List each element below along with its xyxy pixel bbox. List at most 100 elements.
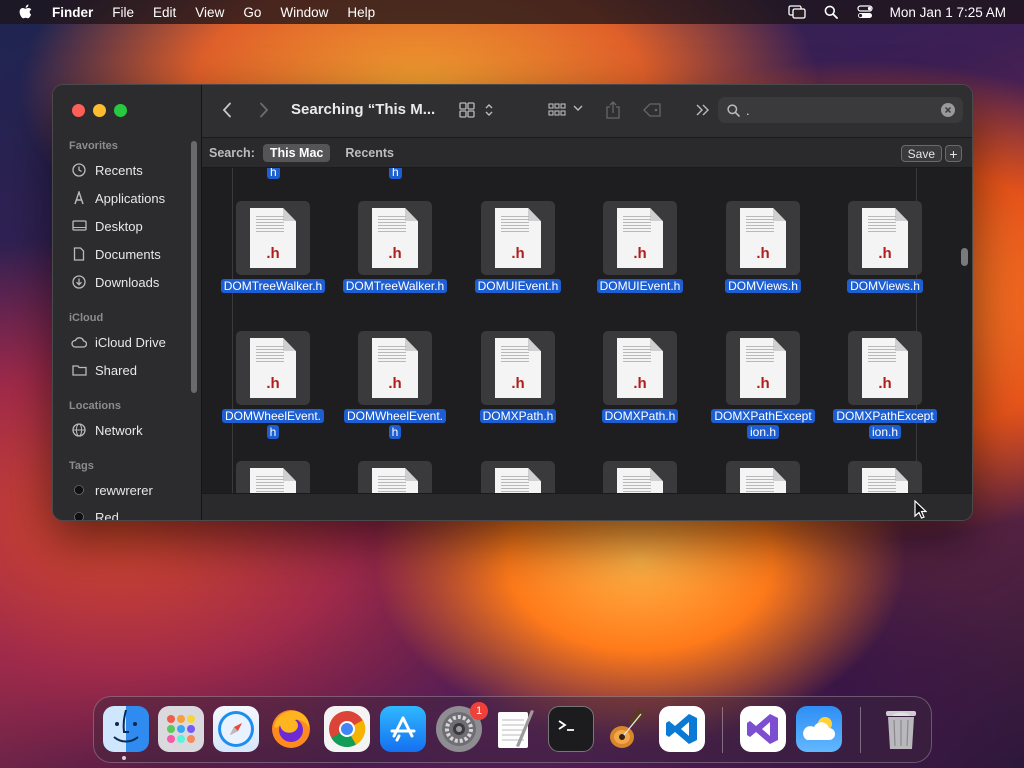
sidebar-item-tag-rewwrerer[interactable]: rewwrerer bbox=[71, 479, 153, 501]
firefox-icon[interactable] bbox=[268, 706, 314, 752]
tag-dot-icon bbox=[71, 509, 87, 520]
save-search-button[interactable]: Save bbox=[900, 145, 942, 162]
group-by-button[interactable] bbox=[548, 103, 568, 117]
tag-dot-icon bbox=[71, 482, 87, 498]
file-item-partial[interactable] bbox=[213, 461, 333, 493]
file-item-partial[interactable] bbox=[458, 461, 578, 493]
file-thumbnail bbox=[236, 461, 310, 493]
file-item-domuievent[interactable]: .h DOMUIEvent.h bbox=[458, 201, 578, 295]
close-window-button[interactable] bbox=[72, 104, 85, 117]
file-item-domviews[interactable]: .h DOMViews.h bbox=[703, 201, 823, 295]
sidebar-item-shared[interactable]: Shared bbox=[71, 359, 137, 381]
file-thumbnail: .h bbox=[603, 331, 677, 405]
sidebar-item-tag-red[interactable]: Red bbox=[71, 506, 119, 520]
sidebar-item-icloud-drive[interactable]: iCloud Drive bbox=[71, 331, 166, 353]
dock-separator bbox=[722, 707, 723, 753]
dock-separator bbox=[860, 707, 861, 753]
spotlight-search-icon[interactable] bbox=[822, 4, 840, 20]
visual-studio-icon[interactable] bbox=[740, 706, 786, 752]
sidebar-item-recents[interactable]: Recents bbox=[71, 159, 143, 181]
header-file-icon: .h bbox=[495, 338, 541, 398]
menu-finder[interactable]: Finder bbox=[52, 5, 93, 20]
chrome-icon[interactable] bbox=[324, 706, 370, 752]
scope-recents-button[interactable]: Recents bbox=[338, 144, 401, 162]
file-item-partial[interactable] bbox=[580, 461, 700, 493]
file-item-domxpathexception[interactable]: .h DOMXPathExcept ion.h bbox=[825, 331, 945, 440]
textedit-icon[interactable] bbox=[492, 706, 538, 752]
scope-this-mac-button[interactable]: This Mac bbox=[262, 143, 331, 162]
content-scrollbar[interactable] bbox=[961, 248, 968, 266]
sidebar-section-locations: Locations bbox=[69, 400, 121, 412]
file-thumbnail bbox=[848, 461, 922, 493]
terminal-icon[interactable] bbox=[548, 706, 594, 752]
file-item-partial[interactable] bbox=[703, 461, 823, 493]
sidebar-item-network[interactable]: Network bbox=[71, 419, 143, 441]
file-thumbnail: .h bbox=[236, 331, 310, 405]
zoom-window-button[interactable] bbox=[114, 104, 127, 117]
file-item-domxpath[interactable]: .h DOMXPath.h bbox=[580, 331, 700, 425]
menu-go[interactable]: Go bbox=[243, 5, 261, 20]
back-button[interactable] bbox=[222, 102, 232, 118]
search-input[interactable]: . bbox=[746, 103, 750, 118]
sidebar-scrollbar[interactable] bbox=[191, 141, 197, 393]
share-icon[interactable] bbox=[605, 101, 621, 119]
control-center-icon[interactable] bbox=[856, 4, 874, 20]
main-area: Searching “This M... . Search: This Mac … bbox=[202, 85, 972, 520]
download-icon bbox=[71, 274, 87, 290]
trash-icon[interactable] bbox=[878, 706, 924, 752]
header-file-icon bbox=[495, 468, 541, 493]
clear-search-icon[interactable] bbox=[941, 103, 955, 117]
tag-icon[interactable] bbox=[642, 102, 662, 118]
apple-menu-icon[interactable] bbox=[18, 4, 36, 20]
garageband-icon[interactable] bbox=[604, 706, 650, 752]
sidebar-section-tags: Tags bbox=[69, 460, 94, 472]
header-file-icon: .h bbox=[372, 208, 418, 268]
status-bar bbox=[202, 493, 972, 520]
file-name: DOMViews.h bbox=[847, 279, 923, 295]
header-file-icon bbox=[617, 468, 663, 493]
file-item-domtreewalker[interactable]: .h DOMTreeWalker.h bbox=[335, 201, 455, 295]
menu-help[interactable]: Help bbox=[347, 5, 375, 20]
file-item-domtreewalker[interactable]: .h DOMTreeWalker.h bbox=[213, 201, 333, 295]
add-criteria-button[interactable]: + bbox=[945, 145, 962, 162]
launchpad-icon[interactable] bbox=[158, 706, 204, 752]
sidebar-item-documents[interactable]: Documents bbox=[71, 243, 161, 265]
app-store-icon[interactable] bbox=[380, 706, 426, 752]
view-mode-chevron-icon[interactable] bbox=[484, 102, 494, 118]
file-item-domwheelevent[interactable]: .h DOMWheelEvent. h bbox=[335, 331, 455, 440]
minimize-window-button[interactable] bbox=[93, 104, 106, 117]
sidebar-item-label: Downloads bbox=[95, 274, 160, 290]
search-field[interactable]: . bbox=[718, 97, 963, 123]
file-item-domwheelevent[interactable]: .h DOMWheelEvent. h bbox=[213, 331, 333, 440]
sidebar-item-applications[interactable]: Applications bbox=[71, 187, 165, 209]
menu-edit[interactable]: Edit bbox=[153, 5, 176, 20]
file-item-partial[interactable] bbox=[825, 461, 945, 493]
sidebar-item-downloads[interactable]: Downloads bbox=[71, 271, 159, 293]
group-chevron-down-icon[interactable] bbox=[573, 104, 583, 112]
file-item-partial[interactable] bbox=[335, 461, 455, 493]
vscode-icon[interactable] bbox=[659, 706, 705, 752]
header-file-icon bbox=[740, 468, 786, 493]
file-item-domxpath[interactable]: .h DOMXPath.h bbox=[458, 331, 578, 425]
file-item-domviews[interactable]: .h DOMViews.h bbox=[825, 201, 945, 295]
safari-icon[interactable] bbox=[213, 706, 259, 752]
header-file-icon: .h bbox=[740, 338, 786, 398]
sidebar-item-desktop[interactable]: Desktop bbox=[71, 215, 143, 237]
menu-file[interactable]: File bbox=[112, 5, 134, 20]
finder-icon[interactable] bbox=[103, 706, 149, 752]
menu-bar: Finder File Edit View Go Window Help Mon… bbox=[0, 0, 1024, 24]
file-item-domxpathexception[interactable]: .h DOMXPathExcept ion.h bbox=[703, 331, 823, 440]
screen-mirroring-icon[interactable] bbox=[788, 4, 806, 20]
menu-bar-clock[interactable]: Mon Jan 1 7:25 AM bbox=[890, 5, 1006, 20]
more-toolbar-chevron-icon[interactable] bbox=[696, 103, 710, 117]
desktop-icon bbox=[71, 218, 87, 234]
forward-button[interactable] bbox=[259, 102, 269, 118]
view-mode-button[interactable] bbox=[459, 102, 475, 118]
header-file-icon: .h bbox=[862, 208, 908, 268]
file-name-partial: h bbox=[389, 168, 402, 181]
applications-icon bbox=[71, 190, 87, 206]
file-item-domuievent[interactable]: .h DOMUIEvent.h bbox=[580, 201, 700, 295]
menu-view[interactable]: View bbox=[195, 5, 224, 20]
menu-window[interactable]: Window bbox=[280, 5, 328, 20]
weather-icon[interactable] bbox=[796, 706, 842, 752]
